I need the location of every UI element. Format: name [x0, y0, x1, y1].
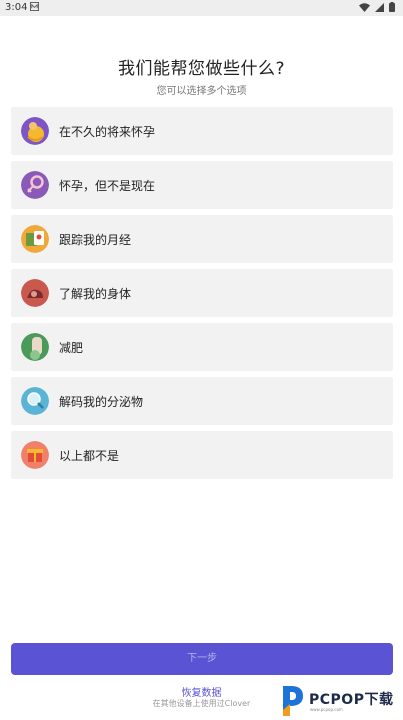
page-subtitle: 您可以选择多个选项	[156, 86, 247, 97]
pcpop-logo-icon	[283, 686, 303, 716]
option-label: 在不久的将来怀孕	[59, 125, 156, 139]
option-understand-body[interactable]: 了解我的身体	[11, 269, 393, 317]
status-icons	[359, 2, 395, 12]
battery-icon	[389, 2, 395, 12]
option-decode-discharge[interactable]: 解码我的分泌物	[11, 377, 393, 425]
option-label: 以上都不是	[59, 449, 120, 463]
body-icon	[21, 279, 49, 307]
wifi-icon	[359, 2, 370, 12]
female-symbol-icon	[21, 171, 49, 199]
signal-icon	[375, 2, 384, 12]
page-title: 我们能帮您做些什么?	[117, 59, 286, 79]
next-button[interactable]: 下一步	[11, 643, 393, 675]
option-none-of-above[interactable]: 以上都不是	[11, 431, 393, 479]
calendar-tracker-icon	[21, 225, 49, 253]
option-get-pregnant-soon[interactable]: 在不久的将来怀孕	[11, 107, 393, 155]
pregnant-belly-icon	[21, 117, 49, 145]
option-label: 解码我的分泌物	[59, 395, 144, 409]
notification-icon	[30, 2, 39, 11]
option-label: 减肥	[59, 341, 84, 355]
status-bar: 3:04	[0, 0, 403, 16]
goal-options-list: 在不久的将来怀孕 怀孕，但不是现在 跟踪我的月经 了解我的身体 减肥 解码我的分…	[11, 107, 393, 485]
option-pregnant-not-now[interactable]: 怀孕，但不是现在	[11, 161, 393, 209]
option-label: 怀孕，但不是现在	[59, 179, 156, 193]
watermark-sub: www.pcpop.com	[310, 707, 343, 712]
gift-box-icon	[21, 441, 49, 469]
watermark: PCPOP下载 www.pcpop.com	[278, 682, 403, 720]
option-label: 跟踪我的月经	[59, 233, 132, 247]
watermark-brand: PCPOP下载	[309, 692, 394, 708]
status-time: 3:04	[5, 2, 28, 13]
option-label: 了解我的身体	[59, 287, 132, 301]
droplet-magnifier-icon	[21, 387, 49, 415]
option-track-period[interactable]: 跟踪我的月经	[11, 215, 393, 263]
option-lose-weight[interactable]: 减肥	[11, 323, 393, 371]
weight-loss-icon	[21, 333, 49, 361]
